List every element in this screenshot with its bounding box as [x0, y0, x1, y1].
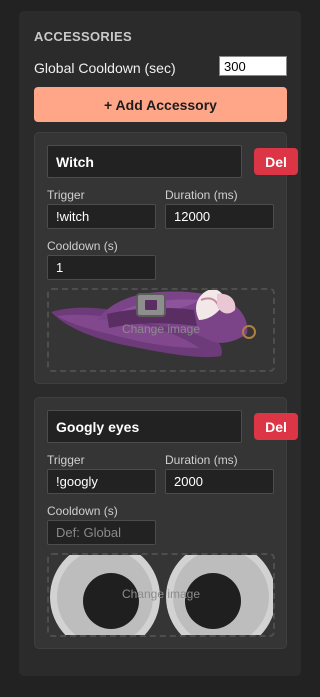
accessory-card-witch: Del Trigger Duration (ms) Cooldown (s): [34, 132, 298, 384]
duration-label: Duration (ms): [165, 453, 238, 467]
image-dropzone[interactable]: Change image: [47, 553, 275, 637]
delete-button[interactable]: Del: [254, 148, 298, 175]
section-title: ACCESSORIES: [34, 29, 132, 44]
global-cooldown-input[interactable]: [219, 56, 287, 76]
trigger-label: Trigger: [47, 453, 85, 467]
trigger-label: Trigger: [47, 188, 85, 202]
accessories-panel: ACCESSORIES Global Cooldown (sec) + Add …: [19, 11, 301, 676]
accessory-card-googly-eyes: Del Trigger Duration (ms) Cooldown (s) C…: [34, 397, 298, 649]
cooldown-label: Cooldown (s): [47, 504, 118, 518]
change-image-text: Change image: [121, 587, 201, 601]
add-accessory-button[interactable]: + Add Accessory: [34, 87, 287, 122]
cooldown-input[interactable]: [47, 255, 156, 280]
cooldown-input[interactable]: [47, 520, 156, 545]
image-dropzone[interactable]: Change image: [47, 288, 275, 372]
change-image-text: Change image: [121, 322, 201, 336]
trigger-input[interactable]: [47, 469, 156, 494]
duration-label: Duration (ms): [165, 188, 238, 202]
delete-button[interactable]: Del: [254, 413, 298, 440]
duration-input[interactable]: [165, 469, 274, 494]
duration-input[interactable]: [165, 204, 274, 229]
global-cooldown-label: Global Cooldown (sec): [34, 60, 176, 76]
trigger-input[interactable]: [47, 204, 156, 229]
accessory-name-input[interactable]: [47, 145, 242, 178]
accessory-name-input[interactable]: [47, 410, 242, 443]
cooldown-label: Cooldown (s): [47, 239, 118, 253]
